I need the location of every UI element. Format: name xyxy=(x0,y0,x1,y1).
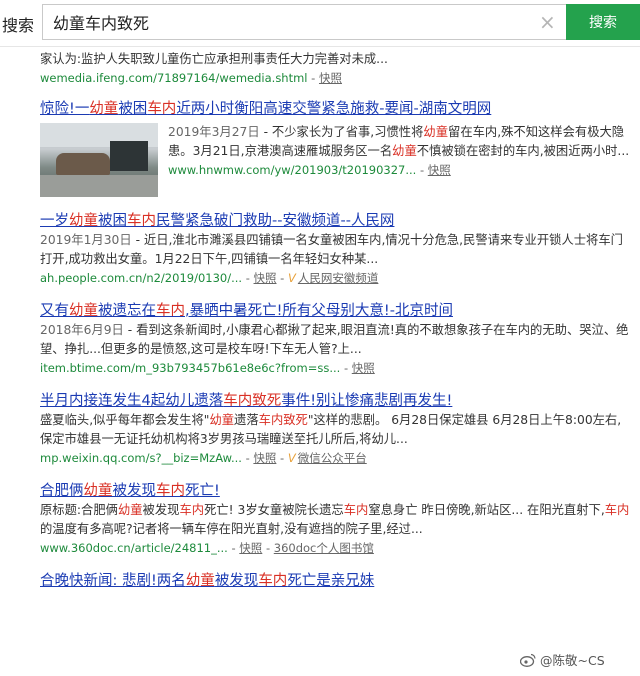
result-desc: 原标题:合肥俩幼童被发现车内死亡! 3岁女童被院长遗忘车内窒息身亡 昨日傍晚,新… xyxy=(40,503,630,536)
result-title[interactable]: 合肥俩幼童被发现车内死亡! xyxy=(40,481,632,501)
result-item: 合肥俩幼童被发现车内死亡! 原标题:合肥俩幼童被发现车内死亡! 3岁女童被院长遗… xyxy=(40,481,632,557)
source-link[interactable]: 人民网安徽频道 xyxy=(298,271,379,285)
snapshot-link[interactable]: 快照 xyxy=(253,451,276,465)
search-input[interactable] xyxy=(53,12,513,32)
source-link[interactable]: 360doc个人图书馆 xyxy=(274,541,374,555)
verified-icon: V xyxy=(288,271,296,285)
result-meta: mp.weixin.qq.com/s?__biz=MzAw... - 快照 - … xyxy=(40,451,367,465)
result-item: 家认为:监护人失职致儿童伤亡应承担刑事责任大力完善对未成... wemedia.… xyxy=(40,50,632,87)
site-label: 搜索 xyxy=(2,16,35,35)
result-item: 合晚快新闻: 悲剧!两名幼童被发现车内死亡是亲兄妹 xyxy=(40,571,632,591)
watermark: @陈敬~CS xyxy=(520,650,605,669)
result-desc: 2019年3月27日 - 不少家长为了省事,习惯性将幼童留在车内,殊不知这样会有… xyxy=(168,125,630,158)
results-list: 家认为:监护人失职致儿童伤亡应承担刑事责任大力完善对未成... wemedia.… xyxy=(40,50,632,591)
result-item: 惊险!一幼童被困车内近两小时衡阳高速交警紧急施救-要闻-湖南文明网 2019年3… xyxy=(40,99,632,197)
snapshot-link[interactable]: 快照 xyxy=(428,163,451,177)
result-title[interactable]: 又有幼童被遗忘在车内,暴晒中暑死亡!所有父母别大意!-北京时间 xyxy=(40,301,632,321)
search-box[interactable]: × xyxy=(42,4,566,40)
snapshot-link[interactable]: 快照 xyxy=(239,541,262,555)
snapshot-link[interactable]: 快照 xyxy=(254,271,277,285)
result-meta: item.btime.com/m_93b793457b61e8e6c?from=… xyxy=(40,361,375,375)
snapshot-link[interactable]: 快照 xyxy=(352,361,375,375)
search-header: 搜索 × 搜索 xyxy=(0,0,640,47)
result-title[interactable]: 一岁幼童被困车内民警紧急破门救助--安徽频道--人民网 xyxy=(40,211,632,231)
result-meta: www.360doc.cn/article/24811_... - 快照 - 3… xyxy=(40,541,374,555)
result-item: 又有幼童被遗忘在车内,暴晒中暑死亡!所有父母别大意!-北京时间 2018年6月9… xyxy=(40,301,632,377)
result-item: 一岁幼童被困车内民警紧急破门救助--安徽频道--人民网 2019年1月30日 -… xyxy=(40,211,632,287)
result-thumbnail[interactable] xyxy=(40,123,158,197)
source-link[interactable]: 微信公众平台 xyxy=(298,451,367,465)
result-url[interactable]: item.btime.com/m_93b793457b61e8e6c?from=… xyxy=(40,361,340,375)
result-title[interactable]: 合晚快新闻: 悲剧!两名幼童被发现车内死亡是亲兄妹 xyxy=(40,571,632,591)
result-url[interactable]: wemedia.ifeng.com/71897164/wemedia.shtml xyxy=(40,71,308,85)
result-desc: 2019年1月30日 - 近日,淮北市濉溪县四铺镇一名女童被困车内,情况十分危急… xyxy=(40,233,623,266)
result-url[interactable]: www.hnwmw.com/yw/201903/t20190327... xyxy=(168,163,416,177)
result-meta: ah.people.com.cn/n2/2019/0130/... - 快照 -… xyxy=(40,271,379,285)
result-item: 半月内接连发生4起幼儿遗落车内致死事件!别让惨痛悲剧再发生! 盛夏临头,似乎每年… xyxy=(40,391,632,467)
result-url[interactable]: www.360doc.cn/article/24811_... xyxy=(40,541,228,555)
result-url[interactable]: mp.weixin.qq.com/s?__biz=MzAw... xyxy=(40,451,242,465)
clear-icon[interactable]: × xyxy=(539,11,556,33)
search-button[interactable]: 搜索 xyxy=(566,4,640,40)
result-desc: 2018年6月9日 - 看到这条新闻时,小康君心都揪了起来,眼泪直流!真的不敢想… xyxy=(40,323,629,356)
verified-icon: V xyxy=(287,451,296,465)
result-title[interactable]: 半月内接连发生4起幼儿遗落车内致死事件!别让惨痛悲剧再发生! xyxy=(40,391,632,411)
snapshot-link[interactable]: 快照 xyxy=(319,71,342,85)
result-title[interactable]: 惊险!一幼童被困车内近两小时衡阳高速交警紧急施救-要闻-湖南文明网 xyxy=(40,99,632,119)
result-meta: www.hnwmw.com/yw/201903/t20190327... - 快… xyxy=(168,163,451,177)
result-desc: 盛夏临头,似乎每年都会发生将"幼童遗落车内致死"这样的悲剧。 6月28日保定雄县… xyxy=(40,413,622,446)
result-meta: wemedia.ifeng.com/71897164/wemedia.shtml… xyxy=(40,71,342,85)
watermark-text: @陈敬~CS xyxy=(540,653,605,668)
result-url[interactable]: ah.people.com.cn/n2/2019/0130/... xyxy=(40,271,242,285)
weibo-icon xyxy=(520,653,536,667)
result-desc: 家认为:监护人失职致儿童伤亡应承担刑事责任大力完善对未成... xyxy=(40,52,388,66)
